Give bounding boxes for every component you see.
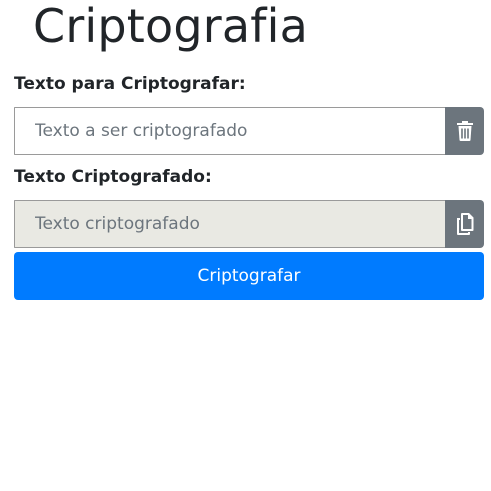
output-label: Texto Criptografado: <box>14 167 212 187</box>
input-label: Texto para Criptografar: <box>14 74 246 94</box>
page-title: Criptografia <box>33 0 309 53</box>
copy-button[interactable] <box>445 200 484 248</box>
plain-text-input[interactable] <box>14 107 445 155</box>
page: Criptografia Texto para Criptografar: Te… <box>0 0 491 491</box>
encrypt-button[interactable]: Criptografar <box>14 252 484 300</box>
encrypted-text-output[interactable] <box>14 200 445 248</box>
copy-icon <box>456 213 474 235</box>
input-group <box>14 107 484 155</box>
trash-icon <box>456 121 473 141</box>
output-group <box>14 200 484 248</box>
clear-button[interactable] <box>445 107 484 155</box>
